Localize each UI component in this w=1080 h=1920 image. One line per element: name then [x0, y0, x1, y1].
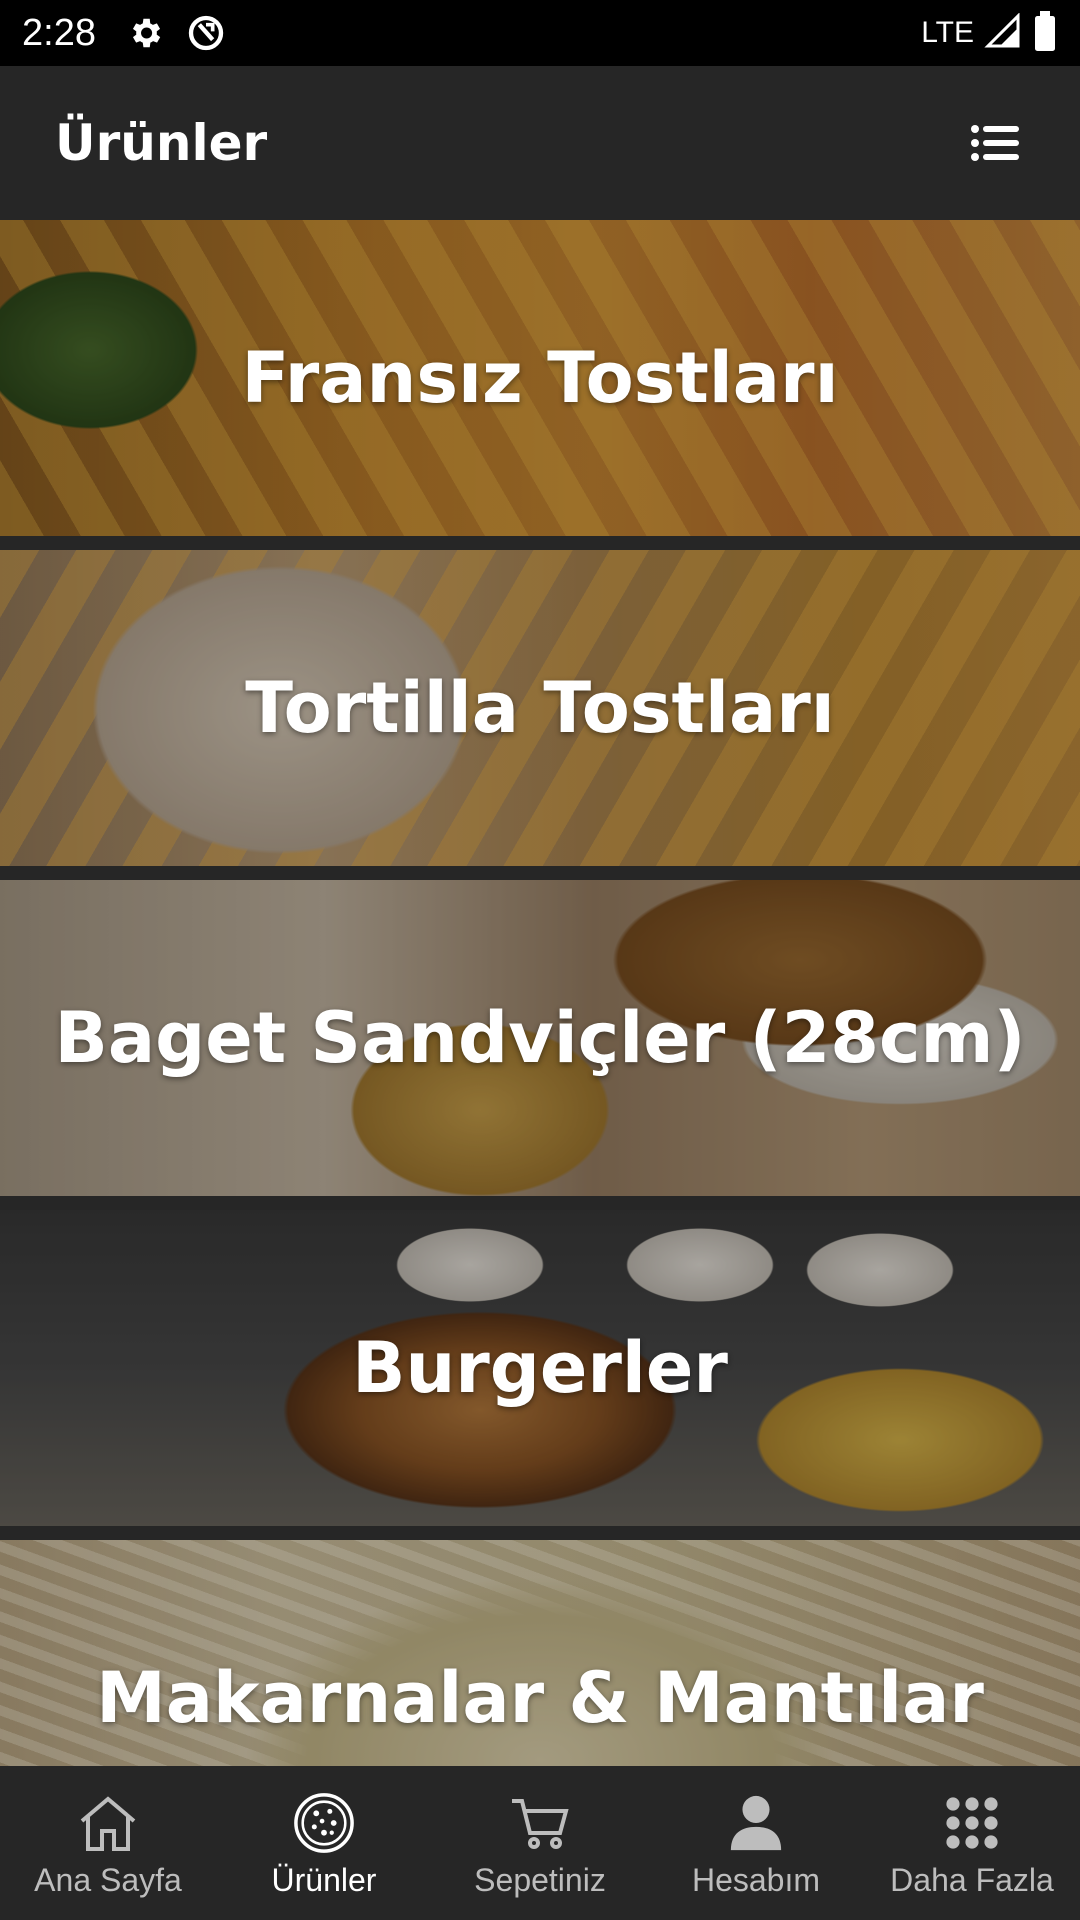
- cart-icon: [505, 1788, 575, 1858]
- bottom-navigation: Ana Sayfa Ürünler Sepetiniz Hesabım Daha…: [0, 1766, 1080, 1920]
- category-title: Makarnalar & Mantılar: [96, 1657, 984, 1739]
- nav-label: Sepetiniz: [474, 1861, 606, 1898]
- nav-item-products[interactable]: Ürünler: [216, 1766, 432, 1920]
- nav-item-cart[interactable]: Sepetiniz: [432, 1766, 648, 1920]
- nav-label: Ürünler: [271, 1861, 377, 1898]
- page-title: Ürünler: [55, 114, 268, 172]
- network-type: LTE: [921, 16, 974, 49]
- category-list: Fransız Tostları Tortilla Tostları Baget…: [0, 220, 1080, 1766]
- nav-item-account[interactable]: Hesabım: [648, 1766, 864, 1920]
- list-icon: [971, 125, 1019, 161]
- home-icon: [73, 1788, 143, 1858]
- status-right-group: LTE: [921, 11, 1058, 55]
- category-title: Tortilla Tostları: [245, 667, 835, 749]
- nav-item-more[interactable]: Daha Fazla: [864, 1766, 1080, 1920]
- category-title: Fransız Tostları: [241, 337, 839, 419]
- person-icon: [721, 1788, 791, 1858]
- category-card-baget-sandvicler[interactable]: Baget Sandviçler (28cm): [0, 880, 1080, 1196]
- apps-grid-icon: [937, 1788, 1007, 1858]
- nav-item-home[interactable]: Ana Sayfa: [0, 1766, 216, 1920]
- category-card-tortilla-tostlari[interactable]: Tortilla Tostları: [0, 550, 1080, 866]
- category-title: Burgerler: [352, 1327, 728, 1409]
- list-view-button[interactable]: [965, 113, 1025, 173]
- settings-icon: [126, 14, 164, 52]
- category-card-makarnalar-mantilar[interactable]: Makarnalar & Mantılar: [0, 1540, 1080, 1766]
- nav-label: Ana Sayfa: [34, 1861, 182, 1898]
- status-time: 2:28: [22, 11, 96, 54]
- sync-icon: [186, 13, 226, 53]
- signal-icon: [984, 12, 1022, 53]
- pizza-icon: [289, 1788, 359, 1858]
- category-title: Baget Sandviçler (28cm): [54, 997, 1026, 1079]
- status-bar: 2:28 LTE: [0, 0, 1080, 66]
- category-card-burgerler[interactable]: Burgerler: [0, 1210, 1080, 1526]
- battery-icon: [1032, 11, 1058, 55]
- nav-label: Hesabım: [691, 1861, 821, 1898]
- nav-label: Daha Fazla: [890, 1861, 1054, 1898]
- app-bar: Ürünler: [0, 66, 1080, 220]
- category-card-fransiz-tostlari[interactable]: Fransız Tostları: [0, 220, 1080, 536]
